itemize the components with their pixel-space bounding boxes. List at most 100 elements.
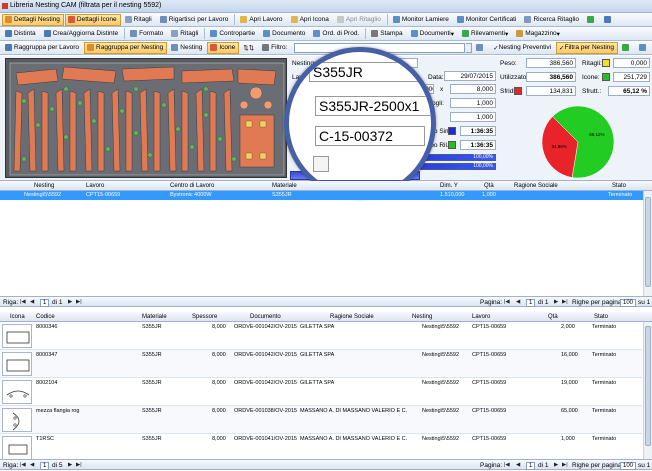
sfridi-field[interactable]: 134,831 <box>526 86 576 96</box>
first-page-button[interactable]: |◀ <box>504 299 510 305</box>
rilevamenti-dropdown[interactable]: Rilevamenti ▾ <box>459 28 512 40</box>
filter-clear-button[interactable] <box>473 42 489 54</box>
raggruppa-nesting-button[interactable]: Raggruppa per Nesting <box>84 41 168 54</box>
raggruppa-lavoro-button[interactable]: Raggruppa per Lavoro <box>2 42 83 54</box>
items-grid-row[interactable]: mezza flangia rog S355JR 8,000 ORDVE-001038… <box>0 406 642 434</box>
last-row-button[interactable]: ▶| <box>76 462 82 468</box>
items-grid-row[interactable]: 8000346 S355JR 8,000 ORDVE-001042/OV-2015 GI… <box>0 322 642 350</box>
icone-field[interactable]: 251,729 <box>613 72 650 82</box>
sfrutt-field[interactable]: 65,12 % <box>608 86 650 96</box>
ritagli-button[interactable]: Ritagli <box>122 14 156 26</box>
nesting-grid-scrollbar[interactable] <box>643 191 652 296</box>
col-spessore[interactable]: Spessore <box>192 314 217 320</box>
first-row-button[interactable]: |◀ <box>20 299 26 305</box>
col-icona[interactable]: Icona <box>10 314 25 320</box>
ritagli-doc-button[interactable]: Ritagli <box>168 28 202 40</box>
col-ragione[interactable]: Ragione Sociale <box>514 183 558 189</box>
monitor-lamiere-button[interactable]: Monitor Lamiere <box>390 14 453 26</box>
apri-lavoro-button[interactable]: Apri Lavoro <box>237 14 286 26</box>
utilization-pie-chart: 65,12% 34,88% <box>541 105 615 179</box>
documento-button[interactable]: Documento <box>260 28 309 40</box>
contropartie-button[interactable]: Contropartie <box>207 28 259 40</box>
next-row-button[interactable]: ▶ <box>68 462 72 468</box>
utilizzato-field[interactable]: 386,560 <box>526 72 576 82</box>
peso-field[interactable]: 386,560 <box>526 58 576 68</box>
col-qta[interactable]: Qtà <box>484 183 494 189</box>
ricerca-ritaglio-button[interactable]: Ricerca Ritaglio <box>521 14 583 26</box>
col-lavoro[interactable]: Lavoro <box>472 314 490 320</box>
cell-stato: Terminato <box>592 380 617 386</box>
pie-label-1: 34,88% <box>552 144 567 149</box>
nesting-preventivi-toggle[interactable]: ✓ Nesting Preventivi <box>490 42 555 54</box>
next-page-button[interactable]: ▶ <box>554 462 558 468</box>
col-qta[interactable]: Qtà <box>548 314 558 320</box>
tempo-sim-field[interactable]: 1:36:35 <box>460 126 496 136</box>
righe-input[interactable]: 100 <box>620 462 637 470</box>
settings-button[interactable] <box>601 14 617 26</box>
data-field[interactable]: 29/07/2015 <box>444 71 496 81</box>
col-documento[interactable]: Documento <box>250 314 281 320</box>
col-lavoro[interactable]: Lavoro <box>86 183 104 189</box>
pagina-input[interactable]: 1 <box>526 462 536 470</box>
prev-row-button[interactable]: ◀ <box>30 299 34 305</box>
nesting-toggle[interactable]: Nesting <box>168 42 206 54</box>
items-grid-row[interactable]: 8002104 S355JR 8,000 ORDVE-001042/OV-2015 GI… <box>0 378 642 406</box>
pagina-input[interactable]: 1 <box>526 299 536 307</box>
col-stato[interactable]: Stato <box>594 314 608 320</box>
apri-icona-button[interactable]: Apri Icona <box>288 14 333 26</box>
crea-aggiorna-distinte-button[interactable]: Crea/Aggiorna Distinte <box>41 28 122 40</box>
stampa-button[interactable]: Stampa <box>368 28 406 40</box>
col-materiale[interactable]: Materiale <box>142 314 167 320</box>
last-page-button[interactable]: ▶| <box>562 299 568 305</box>
dettagli-nesting-button[interactable]: Dettagli Nesting <box>2 13 64 26</box>
distinta-button[interactable]: Distinta <box>2 28 40 40</box>
formato-button[interactable]: Formato <box>127 28 167 40</box>
col-centro[interactable]: Centro di Lavoro <box>170 183 214 189</box>
col-nesting[interactable]: Nesting <box>34 183 54 189</box>
sort-button[interactable]: ⇅⇅ <box>240 42 258 54</box>
col-nesting[interactable]: Nesting <box>412 314 432 320</box>
nesting-preview[interactable] <box>5 58 287 178</box>
items-grid-row[interactable]: 8000347 S355JR 8,000 ORDVE-001042/OV-2015 GI… <box>0 350 642 378</box>
col-dim-y[interactable]: Dim. Y <box>440 183 458 189</box>
last-row-button[interactable]: ▶| <box>76 299 82 305</box>
dim-y-field[interactable]: 8,000 <box>450 84 496 94</box>
filter-dropdown-arrow[interactable] <box>466 42 473 53</box>
layout-button[interactable] <box>636 42 652 54</box>
col-ragione[interactable]: Ragione Sociale <box>330 314 374 320</box>
cell-spessore: 8,000 <box>212 380 226 386</box>
items-grid-row[interactable]: T1RSC S355JR 8,000 ORDVE-001041/OV-2015 MASS… <box>0 434 642 462</box>
col-stato[interactable]: Stato <box>612 183 626 189</box>
ritagli-field[interactable]: 0,000 <box>613 58 650 68</box>
tempo-ril-field[interactable]: 1:36:35 <box>460 140 496 150</box>
prev-page-button[interactable]: ◀ <box>516 299 520 305</box>
monitor-certificati-button[interactable]: Monitor Certificati <box>454 14 521 26</box>
nesting-grid-row-selected[interactable]: Nesting\5\5592 CPT15-00659 Bystronic 400… <box>0 191 652 200</box>
items-grid-scrollbar[interactable] <box>643 322 652 459</box>
apri-ritaglio-button[interactable]: Apri Ritaglio <box>334 14 385 26</box>
riga-input[interactable]: 1 <box>40 462 50 470</box>
fogli-field[interactable]: 1,000 <box>450 98 496 108</box>
col-materiale[interactable]: Materiale <box>272 183 297 189</box>
next-page-button[interactable]: ▶ <box>554 299 558 305</box>
filtra-nesting-toggle[interactable]: ✓ Filtra per Nesting <box>556 41 618 54</box>
icone-toggle[interactable]: Icone <box>207 41 240 54</box>
first-row-button[interactable]: |◀ <box>20 462 26 468</box>
magazzino-dropdown[interactable]: Magazzino ▾ <box>513 28 564 40</box>
monitor-icon <box>392 16 400 23</box>
first-page-button[interactable]: |◀ <box>504 462 510 468</box>
ord-prod-button[interactable]: Ord. di Prod. <box>310 28 363 40</box>
documenti-dropdown[interactable]: Documenti ▾ <box>408 28 458 40</box>
export-button[interactable] <box>619 42 635 54</box>
next-row-button[interactable]: ▶ <box>68 299 72 305</box>
fogli-ril-field[interactable]: 1,000 <box>450 112 496 122</box>
last-page-button[interactable]: ▶| <box>562 462 568 468</box>
col-codice[interactable]: Codice <box>36 314 55 320</box>
prev-row-button[interactable]: ◀ <box>30 462 34 468</box>
dettagli-icone-button[interactable]: Dettagli Icone <box>64 13 121 26</box>
refresh-button[interactable] <box>584 14 600 26</box>
rigartisci-lavoro-button[interactable]: Rigartisci per Lavoro <box>157 14 233 26</box>
righe-input[interactable]: 100 <box>620 299 637 307</box>
prev-page-button[interactable]: ◀ <box>516 462 520 468</box>
riga-input[interactable]: 1 <box>40 299 50 307</box>
